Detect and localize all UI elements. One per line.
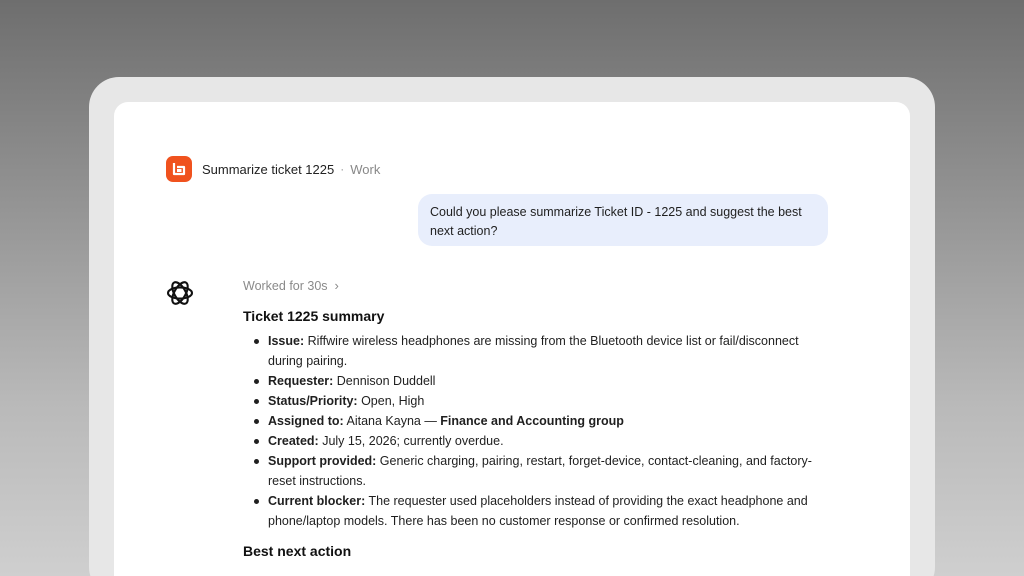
chevron-right-icon: › xyxy=(334,278,339,293)
list-item: Requester: Dennison Duddell xyxy=(254,371,833,391)
project-label[interactable]: Work xyxy=(350,162,380,177)
list-item: Support provided: Generic charging, pair… xyxy=(254,451,833,491)
app-logo-icon[interactable] xyxy=(166,156,192,182)
openai-logo-icon xyxy=(162,275,198,311)
list-item: Issue: Riffwire wireless headphones are … xyxy=(254,331,833,371)
header-separator: · xyxy=(340,162,345,176)
summary-heading: Ticket 1225 summary xyxy=(243,308,385,324)
list-item: Current blocker: The requester used plac… xyxy=(254,491,833,531)
chat-window: Summarize ticket 1225 · Work Could you p… xyxy=(114,102,910,576)
assistant-response: Worked for 30s › Ticket 1225 summary Iss… xyxy=(243,278,833,559)
conversation-header: Summarize ticket 1225 · Work xyxy=(166,156,380,182)
worked-for-toggle[interactable]: Worked for 30s › xyxy=(243,278,833,293)
item-label: Assigned to: xyxy=(268,414,344,428)
summary-list: Issue: Riffwire wireless headphones are … xyxy=(243,331,833,531)
next-action-heading: Best next action xyxy=(243,543,352,559)
item-label: Created: xyxy=(268,434,319,448)
item-text: Aitana Kayna — xyxy=(343,414,441,428)
conversation-title: Summarize ticket 1225 xyxy=(202,161,335,177)
item-text: Riffwire wireless headphones are missing… xyxy=(268,334,799,368)
item-label: Requester: xyxy=(268,374,334,388)
list-item: Created: July 15, 2026; currently overdu… xyxy=(254,431,833,451)
list-item: Status/Priority: Open, High xyxy=(254,391,833,411)
item-label: Issue: xyxy=(268,334,305,348)
item-text: July 15, 2026; currently overdue. xyxy=(318,434,504,448)
item-group: Finance and Accounting group xyxy=(440,414,624,428)
item-text: Open, High xyxy=(357,394,425,408)
item-text: Dennison Duddell xyxy=(333,374,436,388)
item-label: Status/Priority: xyxy=(268,394,358,408)
item-label: Support provided: xyxy=(268,454,377,468)
worked-for-label: Worked for 30s xyxy=(243,278,328,293)
item-label: Current blocker: xyxy=(268,494,366,508)
list-item: Assigned to: Aitana Kayna — Finance and … xyxy=(254,411,833,431)
user-message-bubble: Could you please summarize Ticket ID - 1… xyxy=(418,194,828,246)
